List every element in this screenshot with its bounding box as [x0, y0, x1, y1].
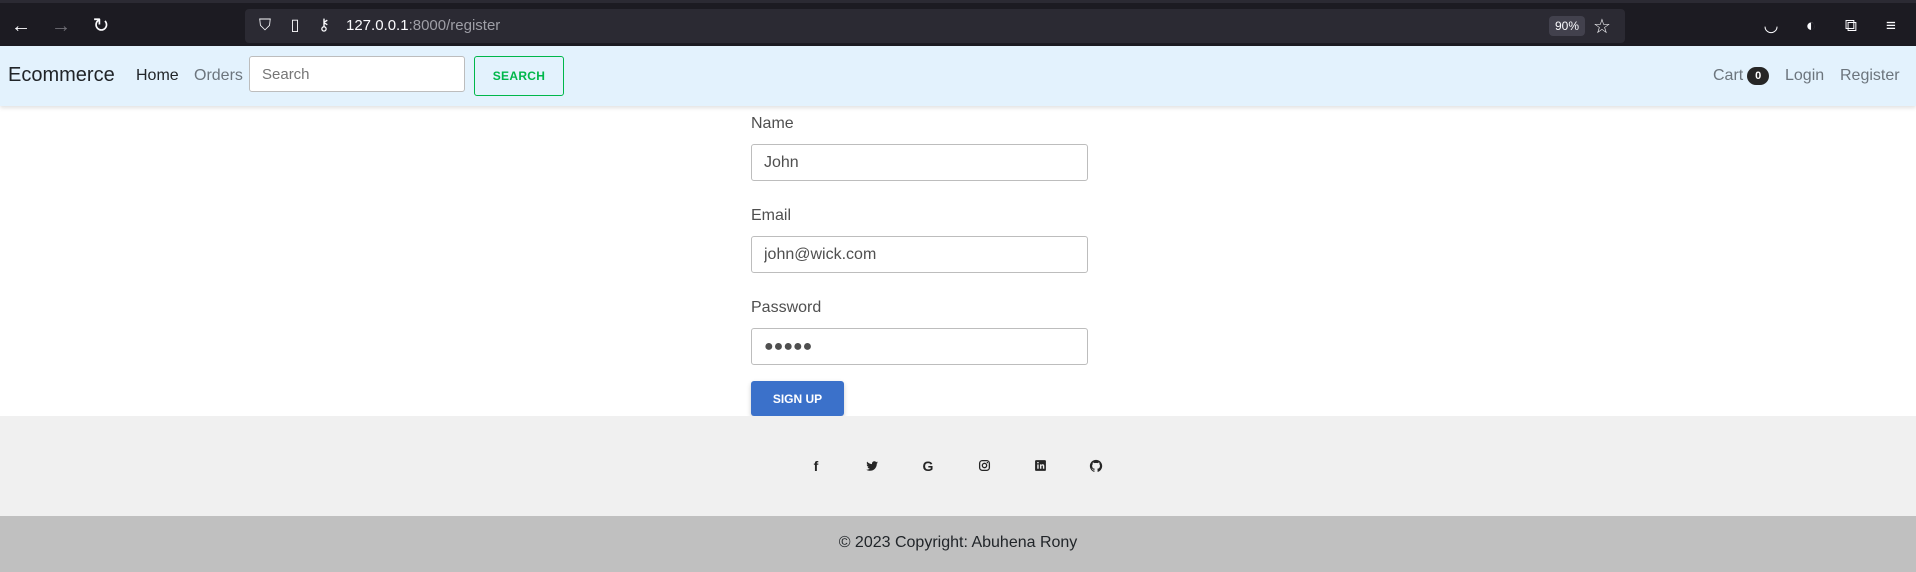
nav-login[interactable]: Login — [1785, 67, 1824, 85]
brand-logo[interactable]: Ecommerce — [8, 64, 115, 87]
browser-toolbar: ← → ↻ ⛉ ▯ ⚷ 127.0.0.1:8000/register 90% … — [0, 0, 1916, 46]
address-bar[interactable]: ⛉ ▯ ⚷ 127.0.0.1:8000/register 90% ☆ — [245, 9, 1625, 43]
site-navbar: Ecommerce Home Orders SEARCH Cart0 Login… — [0, 46, 1916, 106]
sign-up-button[interactable]: SIGN UP — [751, 381, 844, 416]
google-icon[interactable]: G — [916, 454, 940, 478]
search-button[interactable]: SEARCH — [474, 56, 564, 96]
email-field[interactable] — [751, 236, 1088, 273]
instagram-icon[interactable] — [972, 454, 996, 478]
search-input[interactable] — [249, 56, 465, 92]
reload-icon[interactable]: ↻ — [88, 13, 114, 39]
footer-social-section: f G — [0, 416, 1916, 516]
dark-reader-icon[interactable]: ◐ — [1800, 15, 1822, 37]
twitter-icon[interactable] — [860, 454, 884, 478]
nav-orders[interactable]: Orders — [194, 67, 243, 85]
cart-label: Cart — [1713, 67, 1744, 84]
key-icon[interactable]: ⚷ — [314, 16, 334, 36]
nav-register[interactable]: Register — [1840, 67, 1900, 85]
pocket-icon[interactable]: ◡ — [1760, 15, 1782, 37]
copyright-text: © 2023 Copyright: Abuhena Rony — [838, 534, 1078, 551]
zoom-level-badge[interactable]: 90% — [1549, 16, 1585, 36]
password-field[interactable] — [751, 328, 1088, 365]
extensions-icon[interactable]: ⧉ — [1840, 15, 1862, 37]
password-label: Password — [751, 299, 822, 316]
bookmark-star-icon[interactable]: ☆ — [1593, 14, 1611, 39]
page-icon[interactable]: ▯ — [285, 16, 305, 36]
cart-count-badge: 0 — [1747, 67, 1770, 85]
url-host: 127.0.0.1 — [346, 17, 409, 34]
github-icon[interactable] — [1084, 454, 1108, 478]
menu-icon[interactable]: ≡ — [1880, 15, 1902, 37]
name-label: Name — [751, 115, 794, 132]
email-label: Email — [751, 207, 792, 224]
linkedin-icon[interactable] — [1028, 454, 1052, 478]
facebook-icon[interactable]: f — [804, 454, 828, 478]
url-path: :8000/register — [408, 17, 501, 34]
footer-copyright-bar: © 2023 Copyright: Abuhena Rony — [0, 516, 1916, 572]
nav-home[interactable]: Home — [136, 67, 179, 85]
shield-icon[interactable]: ⛉ — [255, 16, 275, 36]
name-field[interactable] — [751, 144, 1088, 181]
nav-cart[interactable]: Cart 0 — [1713, 67, 1770, 85]
url-text[interactable]: 127.0.0.1:8000/register — [346, 17, 500, 34]
back-icon[interactable]: ← — [8, 13, 34, 39]
forward-icon[interactable]: → — [48, 13, 74, 39]
